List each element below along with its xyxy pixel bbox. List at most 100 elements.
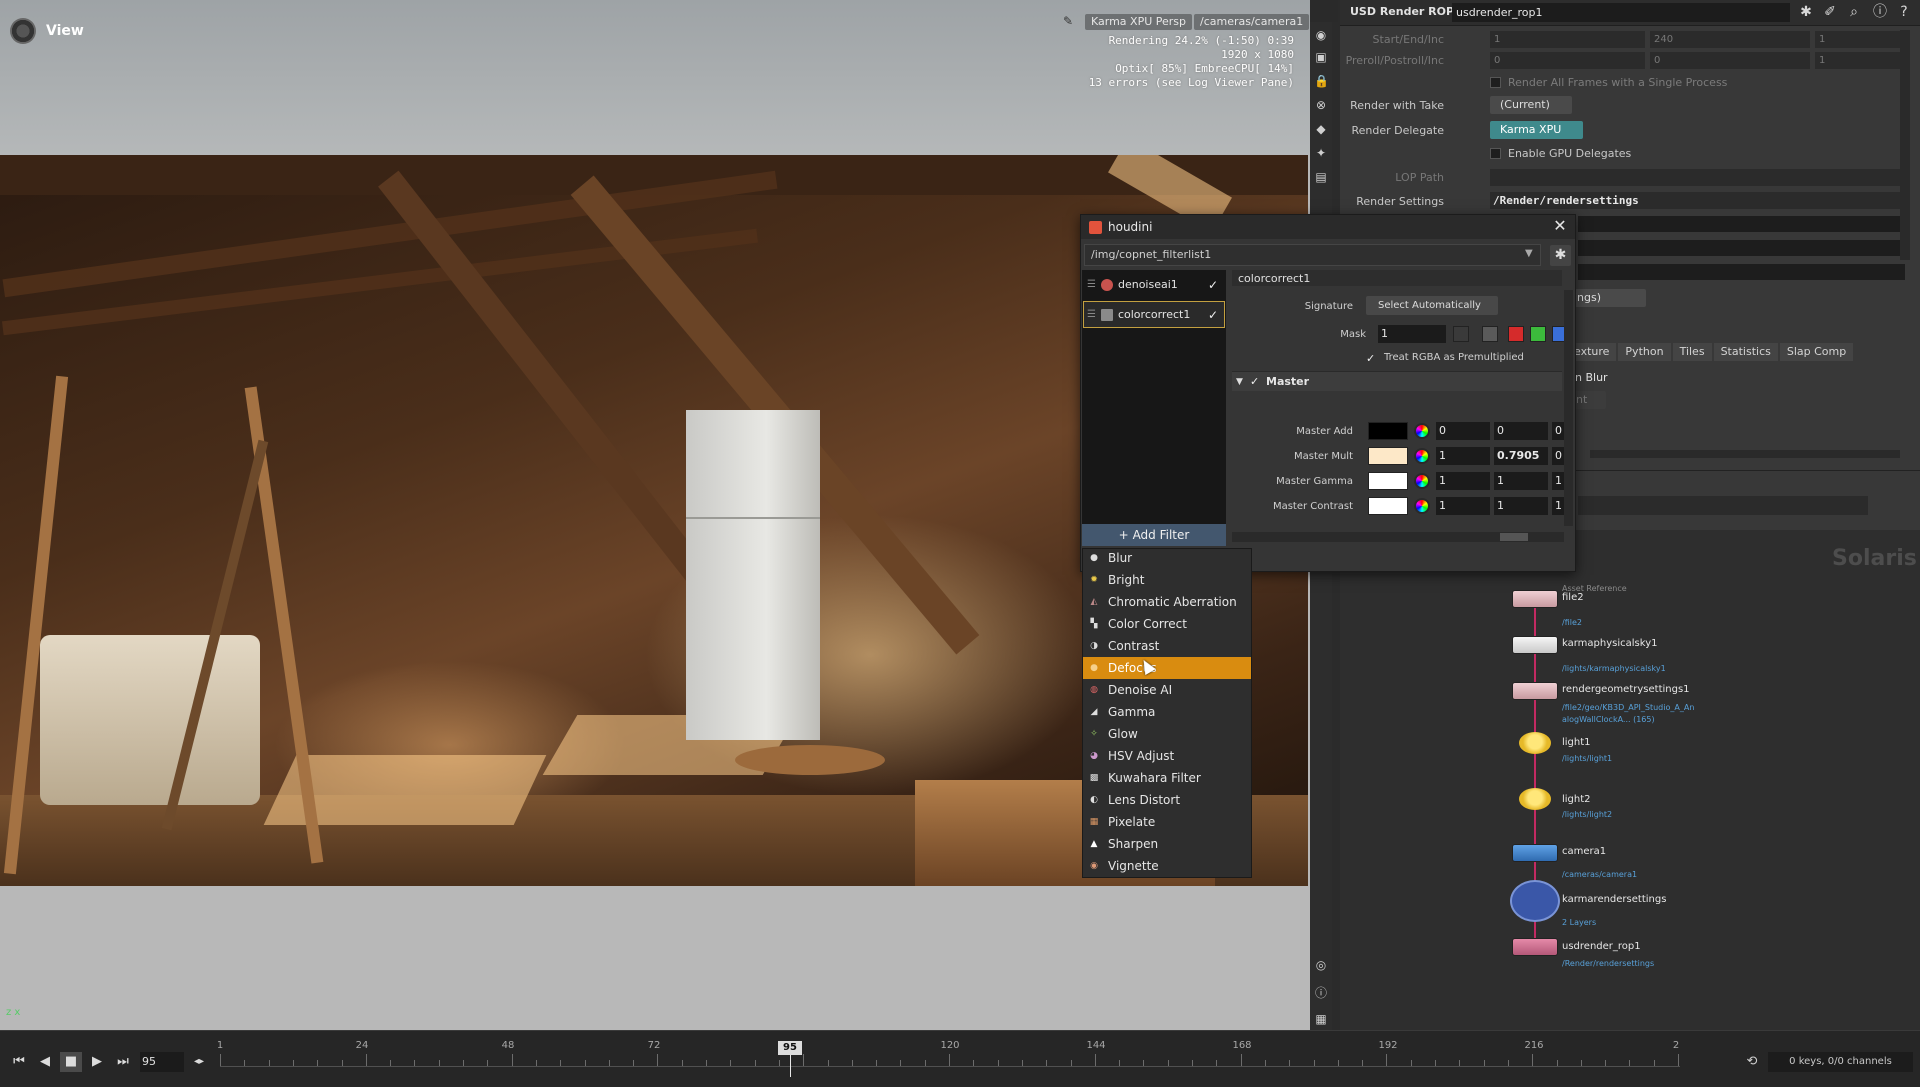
stop-icon[interactable]: ■ [60,1052,82,1072]
partial-field[interactable]: nt [1572,391,1606,409]
tab-statistics[interactable]: Statistics [1713,343,1778,361]
current-frame-marker[interactable]: 95 [778,1041,802,1055]
menu-item-sharpen[interactable]: ▲ Sharpen [1083,833,1251,855]
parm-scrollbar[interactable] [1900,30,1910,260]
gear-icon[interactable]: ✱ [1550,245,1571,266]
check-icon[interactable]: ✓ [1208,308,1218,322]
vertical-scrollbar[interactable] [1564,290,1573,526]
node-karmarendersettings[interactable] [1510,880,1560,922]
color-wheel-icon[interactable] [1414,473,1430,489]
lock-icon[interactable]: 🔒 [1314,74,1329,88]
postroll-field[interactable]: 0 [1650,52,1810,69]
master-add-g[interactable]: 0 [1494,422,1548,440]
drag-handle-icon[interactable]: ☰ [1087,309,1096,320]
menu-item-pixelate[interactable]: ▦ Pixelate [1083,811,1251,833]
drag-handle-icon[interactable]: ☰ [1087,279,1096,290]
node-light1[interactable] [1519,732,1551,754]
close-icon[interactable]: ✕ [1550,216,1570,236]
keyframe-icon[interactable]: ⟲ [1742,1052,1762,1072]
color-wheel-icon[interactable] [1414,498,1430,514]
tab-python[interactable]: Python [1618,343,1671,361]
node-file2[interactable] [1512,590,1558,608]
dialog-path-field[interactable]: /img/copnet_filterlist1 [1084,244,1541,266]
end-field[interactable]: 240 [1650,31,1810,48]
tab-slap-comp[interactable]: Slap Comp [1779,343,1854,361]
renderer-menu[interactable]: Karma XPU Persp [1085,14,1193,30]
network-path-bar[interactable] [1578,496,1868,515]
render-all-frames-checkbox[interactable] [1490,77,1501,88]
master-gamma-g[interactable]: 1 [1494,472,1548,490]
green-channel-toggle[interactable] [1530,326,1546,342]
menu-item-chromatic-aberration[interactable]: ◭ Chromatic Aberration [1083,591,1251,613]
node-karmaphysicalsky1[interactable] [1512,636,1558,654]
menu-item-gamma[interactable]: ◢ Gamma [1083,701,1251,723]
render-settings-field[interactable]: /Render/rendersettings [1490,192,1905,209]
dialog-titlebar[interactable] [1081,215,1575,239]
menu-item-contrast[interactable]: ◑ Contrast [1083,635,1251,657]
node-rendergeometrysettings1[interactable] [1512,682,1558,700]
master-add-swatch[interactable] [1368,422,1408,440]
search-icon[interactable]: ⌕ [1846,4,1862,20]
master-mult-r[interactable]: 1 [1436,447,1490,465]
tab-tiles[interactable]: Tiles [1672,343,1712,361]
menu-item-glow[interactable]: ✧ Glow [1083,723,1251,745]
keys-channels-info[interactable]: 0 keys, 0/0 channels [1768,1052,1913,1072]
lop-path-field[interactable] [1490,169,1905,186]
menu-item-bright[interactable]: ✹ Bright [1083,569,1251,591]
jump-to-end-icon[interactable]: ⏭ [112,1052,134,1072]
filter-item-colorcorrect1[interactable]: ☰ colorcorrect1 ✓ [1083,301,1225,328]
inc-field[interactable]: 1 [1815,31,1905,48]
signature-menu[interactable]: Select Automatically [1366,296,1498,315]
rop-node-name-field[interactable]: usdrender_rop1 [1452,3,1790,22]
info-icon[interactable]: ⓘ [1314,986,1328,1000]
master-contrast-swatch[interactable] [1368,497,1408,515]
master-gamma-swatch[interactable] [1368,472,1408,490]
red-channel-toggle[interactable] [1508,326,1524,342]
bulb-icon[interactable]: ✦ [1314,146,1328,160]
node-light2[interactable] [1519,788,1551,810]
disclosure-triangle-icon[interactable]: ▼ [1236,377,1243,387]
partial-menu[interactable]: ings) [1570,289,1646,307]
master-contrast-r[interactable]: 1 [1436,497,1490,515]
master-mult-swatch[interactable] [1368,447,1408,465]
premultiplied-checkbox[interactable]: ✓ [1366,353,1377,364]
mask-slider-icon[interactable] [1453,326,1469,342]
node-camera1[interactable] [1512,844,1558,862]
brush-icon[interactable]: ✐ [1822,4,1838,20]
color-wheel-icon[interactable] [1414,448,1430,464]
master-mult-g[interactable]: 0.7905 [1494,447,1548,465]
filter-item-denoiseai1[interactable]: ☰ denoiseai1 ✓ [1084,272,1224,297]
master-gamma-b[interactable]: 1 [1552,472,1564,490]
preroll-inc-field[interactable]: 1 [1815,52,1905,69]
info-icon[interactable]: ⓘ [1872,4,1888,20]
network-editor[interactable] [1340,530,1920,1030]
menu-item-blur[interactable]: ● Blur [1083,547,1251,569]
preroll-field[interactable]: 0 [1490,52,1645,69]
play-icon[interactable]: ▶ [86,1052,108,1072]
grid-icon[interactable]: ▦ [1314,1012,1328,1026]
help-icon[interactable]: ? [1896,4,1912,20]
menu-item-kuwahara-filter[interactable]: ▩ Kuwahara Filter [1083,767,1251,789]
color-wheel-icon[interactable] [1414,423,1430,439]
master-enable-checkbox[interactable]: ✓ [1250,375,1259,388]
menu-item-defocus[interactable]: ● Defocus [1083,657,1251,679]
master-contrast-b[interactable]: 1 [1552,497,1564,515]
render-with-take-menu[interactable]: (Current) [1490,96,1572,114]
menu-item-denoise-ai[interactable]: ◍ Denoise AI [1083,679,1251,701]
pen-icon[interactable]: ✎ [1063,14,1077,28]
menu-item-color-correct[interactable]: ▚ Color Correct [1083,613,1251,635]
master-mult-b[interactable]: 0 [1552,447,1564,465]
parm-hscrollbar[interactable] [1590,450,1900,458]
master-add-b[interactable]: 0 [1552,422,1564,440]
jump-to-start-icon[interactable]: ⏮ [8,1052,30,1072]
add-filter-button[interactable]: + Add Filter [1082,524,1226,546]
mask-field[interactable]: 1 [1378,325,1446,343]
step-frame-icon[interactable]: ◂▸ [188,1052,210,1072]
check-icon[interactable]: ✓ [1208,278,1218,292]
menu-item-lens-distort[interactable]: ◐ Lens Distort [1083,789,1251,811]
mask-picker-icon[interactable] [1482,326,1498,342]
gear-icon[interactable]: ✱ [1798,4,1814,20]
master-contrast-g[interactable]: 1 [1494,497,1548,515]
menu-item-hsv-adjust[interactable]: ◕ HSV Adjust [1083,745,1251,767]
node-usdrender-rop1[interactable] [1512,938,1558,956]
